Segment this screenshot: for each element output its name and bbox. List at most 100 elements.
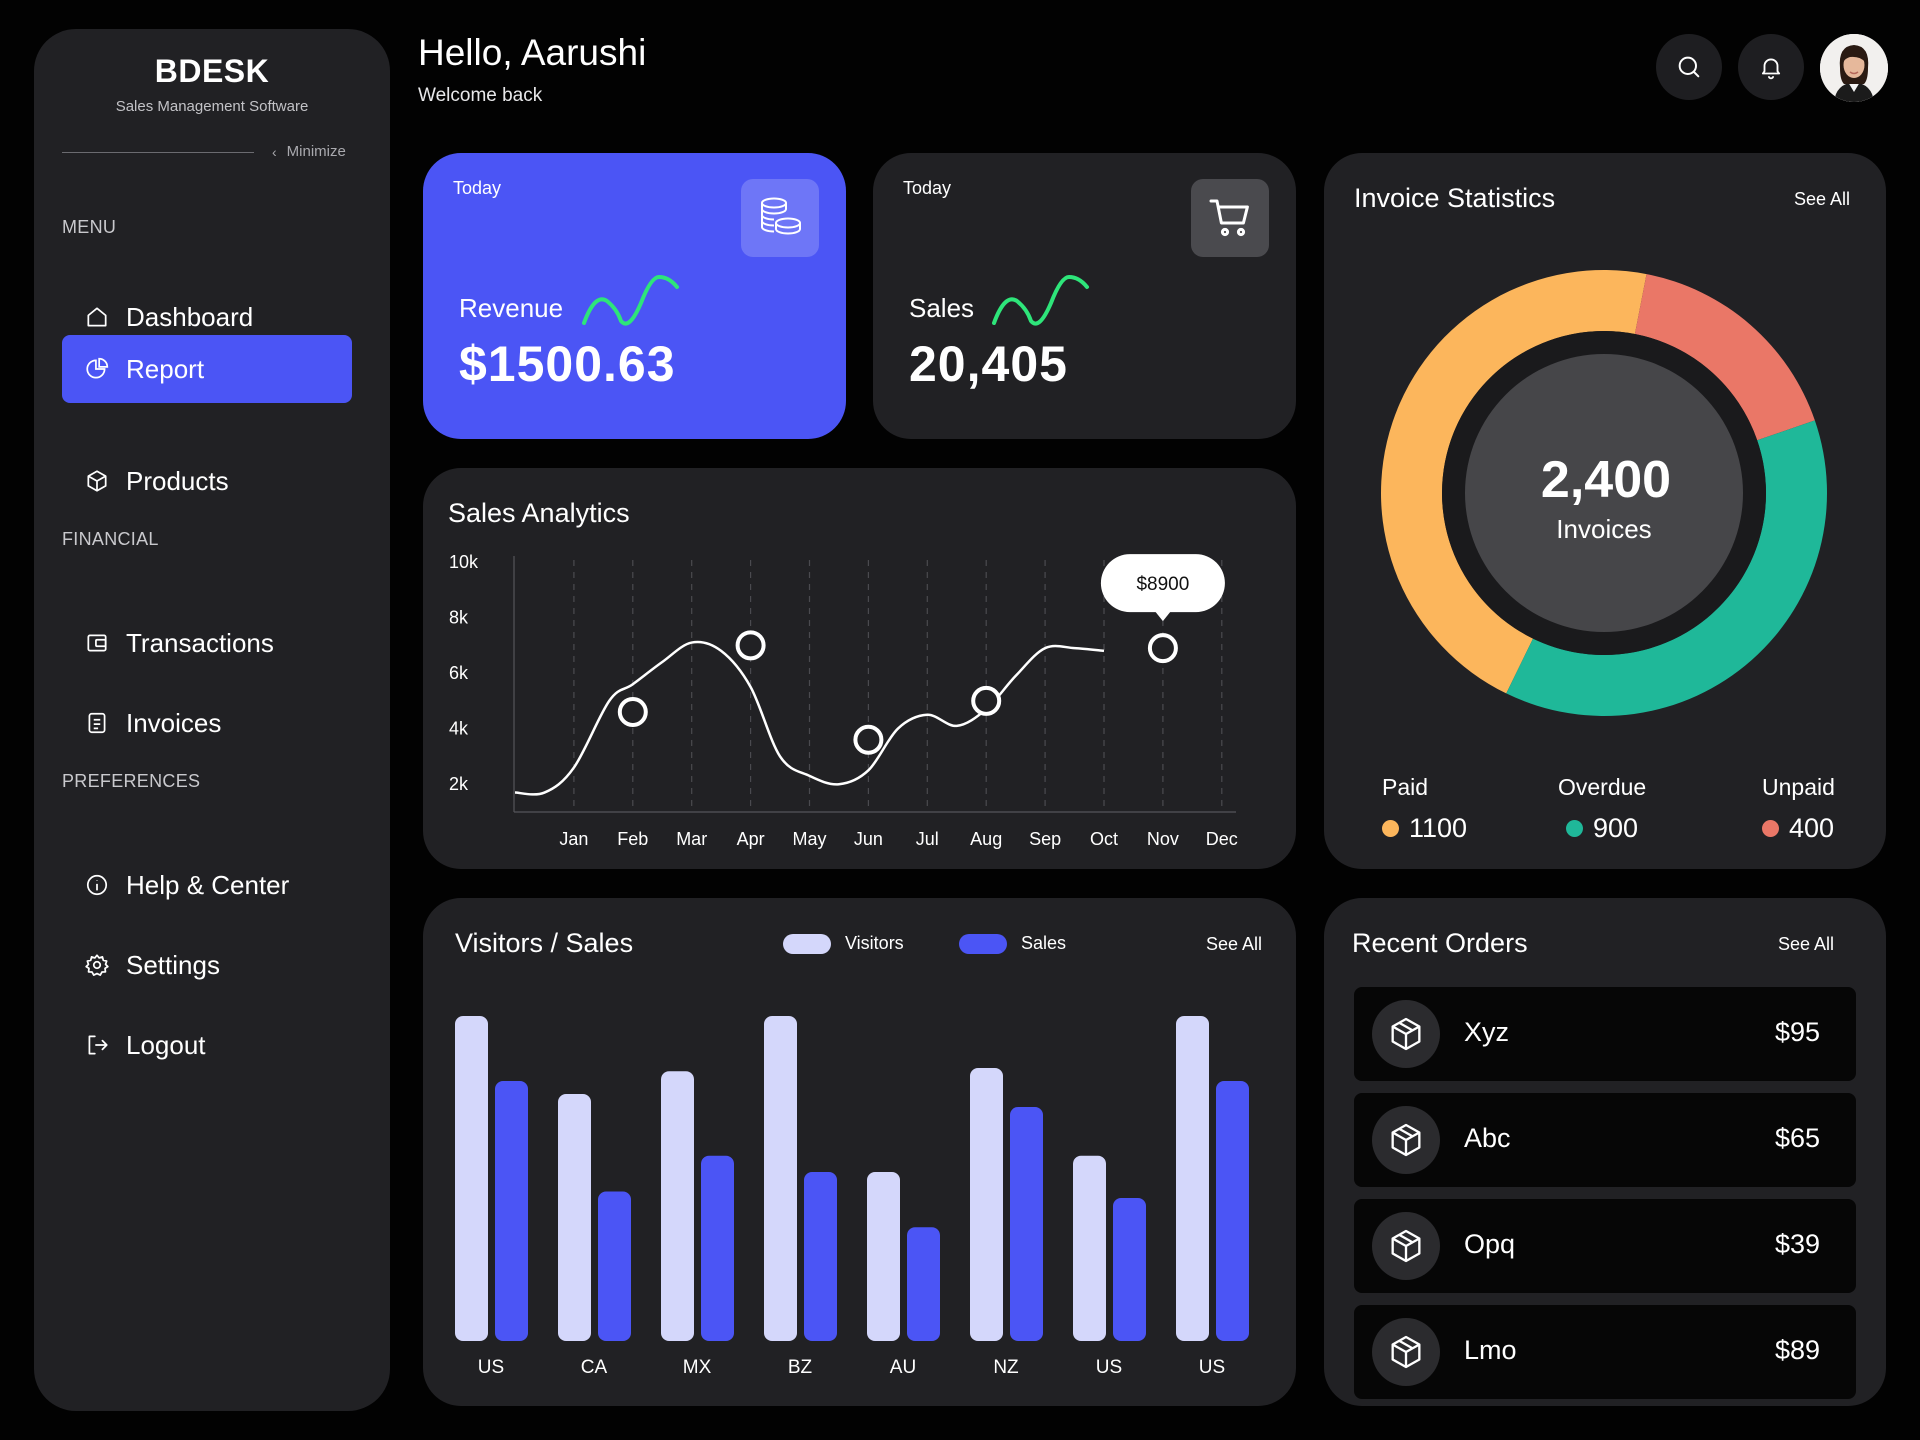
- x-tick-label: May: [792, 829, 826, 849]
- bell-icon: [1761, 58, 1781, 80]
- order-icon-tile: [1372, 1106, 1440, 1174]
- legend-unpaid-value: 400: [1789, 813, 1835, 843]
- search-icon: [1678, 56, 1700, 78]
- brand-logo: BDESK: [154, 53, 270, 89]
- sidebar-item-transactions[interactable]: Transactions: [62, 609, 352, 677]
- order-price: $95: [1774, 1017, 1820, 1047]
- search-button[interactable]: [1656, 34, 1722, 100]
- legend-overdue: Overdue 900: [1558, 774, 1646, 844]
- x-tick-label: Mar: [676, 829, 707, 849]
- section-label-menu: MENU: [62, 217, 117, 237]
- legend-paid-value: 1100: [1409, 813, 1468, 843]
- visitors-bar: [1073, 1155, 1106, 1341]
- x-tick-label: Jul: [916, 829, 939, 849]
- order-name: Opq: [1464, 1229, 1516, 1259]
- sidebar-item-help[interactable]: Help & Center: [62, 851, 352, 919]
- y-tick-label: 10k: [449, 552, 479, 572]
- wallet-icon: [87, 634, 107, 652]
- gear-icon: [85, 954, 109, 976]
- legend-paid-dot: [1382, 820, 1399, 837]
- sidebar-item-products[interactable]: Products: [62, 447, 352, 515]
- user-avatar-icon: [1820, 34, 1888, 102]
- order-row[interactable]: Lmo $89: [1354, 1305, 1856, 1399]
- invoice-icon: [88, 712, 106, 734]
- sales-analytics-line-chart: 10k 8k 6k 4k 2k Jan Feb Mar Apr May Jun Jul Aug Sep Oc…: [449, 552, 1238, 849]
- order-row[interactable]: Abc $65: [1354, 1093, 1856, 1187]
- legend-paid-label: Paid: [1382, 774, 1429, 800]
- bar-category-label: BZ: [788, 1357, 813, 1378]
- data-point-marker: [1147, 633, 1178, 664]
- data-point-marker: [617, 697, 648, 727]
- box-icon: [1391, 1017, 1421, 1051]
- visitors-bar: [764, 1016, 797, 1341]
- legend-overdue-value: 900: [1593, 813, 1639, 843]
- bar-category-label: US: [1096, 1357, 1122, 1378]
- sidebar-item-label: Logout: [126, 1029, 206, 1060]
- x-tick-label: Feb: [617, 829, 648, 849]
- box-icon: [1391, 1335, 1421, 1369]
- sidebar-item-label: Report: [126, 353, 205, 384]
- sidebar-item-logout[interactable]: Logout: [62, 1011, 352, 1079]
- data-point-marker: [853, 724, 884, 755]
- order-row[interactable]: Xyz $95: [1354, 987, 1856, 1081]
- chevron-left-icon: ‹: [272, 143, 277, 160]
- data-point-marker: [971, 685, 1002, 716]
- coins-icon: [761, 197, 801, 235]
- orders-see-all-link[interactable]: See All: [1778, 934, 1834, 955]
- visitors-bar: [558, 1094, 591, 1341]
- recent-orders-title: Recent Orders: [1352, 928, 1528, 958]
- sales-bar: [701, 1155, 734, 1341]
- legend-overdue-dot: [1566, 820, 1583, 837]
- sales-trend-sparkline: [992, 274, 1089, 326]
- order-name: Lmo: [1464, 1335, 1517, 1365]
- notifications-button[interactable]: [1738, 34, 1804, 100]
- sidebar-item-label: Products: [126, 465, 229, 496]
- sales-card: Today Sales 20,405: [873, 153, 1296, 439]
- x-tick-label: Oct: [1090, 829, 1118, 849]
- logout-icon: [88, 1035, 108, 1055]
- brand-tagline: Sales Management Software: [115, 98, 309, 115]
- legend-unpaid-dot: [1762, 820, 1779, 837]
- visitors-bar: [661, 1071, 694, 1341]
- order-row[interactable]: Opq $39: [1354, 1199, 1856, 1293]
- section-label-preferences: PREFERENCES: [62, 771, 201, 791]
- order-icon-tile: [1372, 1000, 1440, 1068]
- sales-period: Today: [903, 178, 952, 198]
- revenue-card: Today Revenue $1500.63: [423, 153, 846, 439]
- x-tick-label: Apr: [737, 829, 765, 849]
- order-icon-tile: [1372, 1212, 1440, 1280]
- y-tick-label: 8k: [449, 608, 469, 628]
- minimize-label: Minimize: [286, 143, 346, 160]
- sidebar-item-invoices[interactable]: Invoices: [62, 689, 352, 757]
- sales-bar: [907, 1227, 940, 1341]
- value-tooltip: $8900: [1100, 554, 1225, 622]
- bar-category-label: MX: [683, 1357, 712, 1378]
- sales-label: Sales: [909, 293, 975, 323]
- bar-category-label: US: [1199, 1357, 1225, 1378]
- visitors-bar: [1176, 1016, 1209, 1341]
- x-tick-label: Aug: [970, 829, 1002, 849]
- sidebar-item-label: Transactions: [126, 627, 274, 658]
- minimize-button[interactable]: ‹ Minimize: [272, 143, 346, 160]
- revenue-label: Revenue: [459, 293, 564, 323]
- visitors-bar: [455, 1016, 488, 1341]
- avatar[interactable]: [1820, 34, 1888, 102]
- sidebar-item-settings[interactable]: Settings: [62, 931, 352, 999]
- section-label-financial: FINANCIAL: [62, 529, 159, 549]
- sales-bar: [1216, 1081, 1249, 1341]
- cart-icon: [1209, 199, 1249, 237]
- order-price: $65: [1774, 1123, 1820, 1153]
- tooltip-value: $8900: [1136, 574, 1189, 595]
- invoice-donut-chart: 2,400 Invoices: [1380, 269, 1827, 716]
- invoice-statistics-card: Invoice Statistics See All 2,400 Invoices…: [1324, 153, 1886, 869]
- revenue-value: $1500.63: [459, 336, 676, 392]
- visitors-bar: [970, 1068, 1003, 1341]
- sales-bar: [598, 1191, 631, 1341]
- revenue-trend-sparkline: [582, 274, 679, 326]
- sidebar-item-report[interactable]: Report: [62, 335, 352, 403]
- sidebar: BDESK Sales Management Software ‹ Minimi…: [34, 29, 390, 1411]
- x-tick-label: Sep: [1029, 829, 1061, 849]
- sales-value: 20,405: [909, 336, 1068, 392]
- info-icon: [86, 874, 108, 896]
- sidebar-item-label: Settings: [126, 949, 220, 980]
